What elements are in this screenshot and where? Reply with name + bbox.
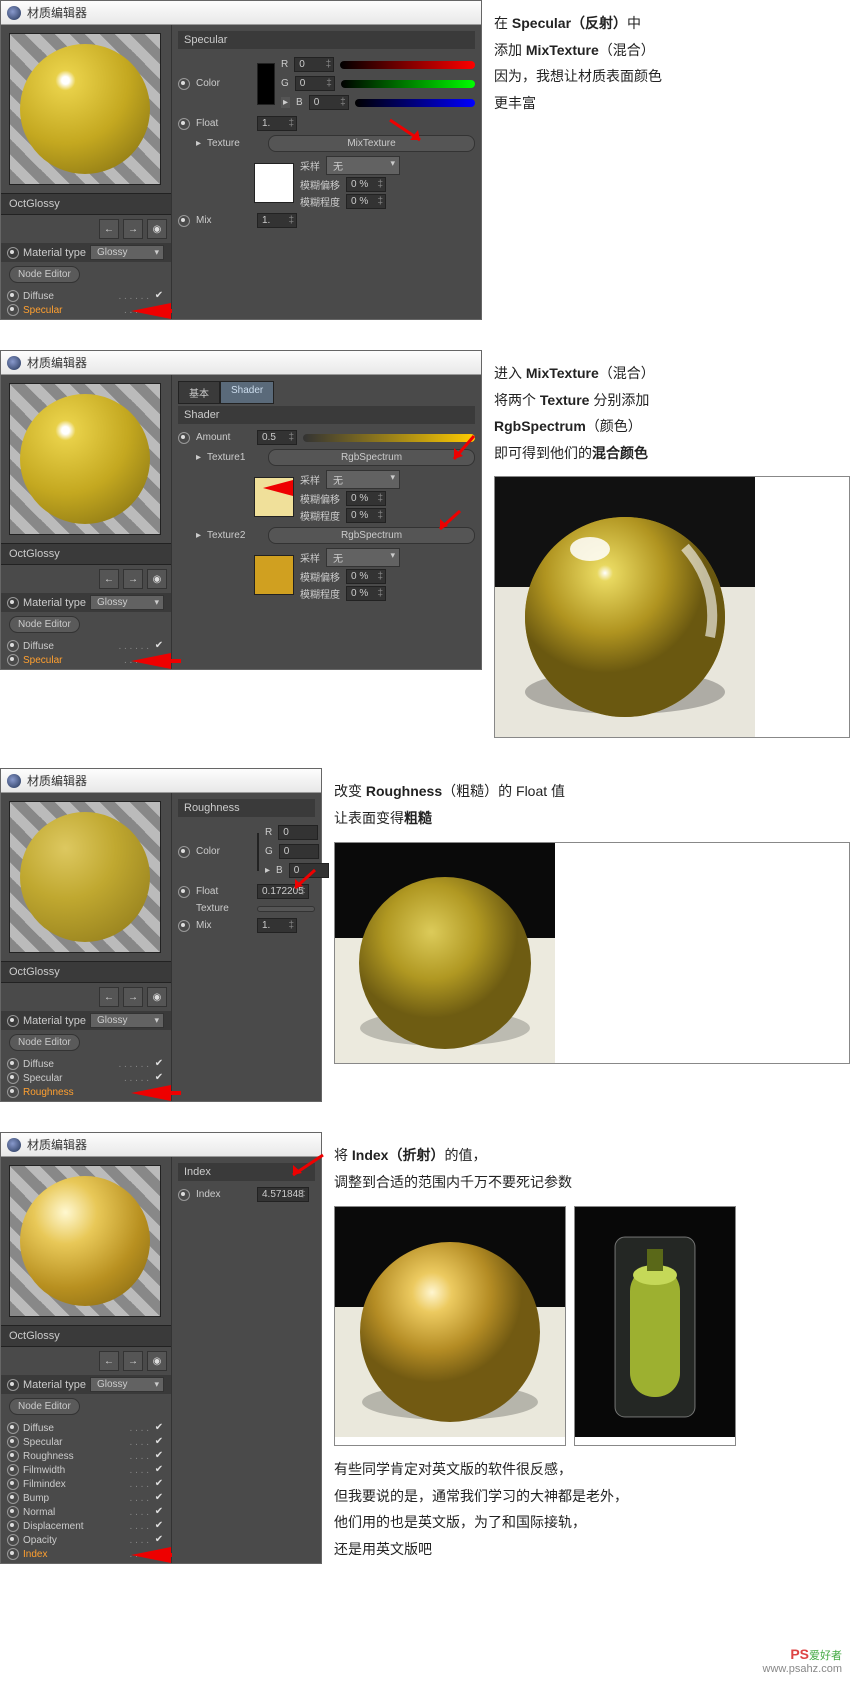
material-editor-panel-2: 材质编辑器 OctGlossy ←→◉ Material typeGlossy … bbox=[0, 350, 482, 670]
material-preview bbox=[9, 801, 161, 953]
float-field[interactable]: 1. bbox=[257, 116, 297, 131]
index-field[interactable]: 4.571848 bbox=[257, 1187, 309, 1202]
tab-shader[interactable]: Shader bbox=[220, 381, 274, 404]
node-editor-button[interactable]: Node Editor bbox=[9, 266, 80, 283]
red-arrow-icon bbox=[287, 1153, 327, 1179]
red-arrow-icon bbox=[131, 1083, 181, 1103]
r-field[interactable]: 0 bbox=[294, 57, 334, 72]
red-arrow-icon bbox=[131, 651, 181, 671]
render-preview-rough bbox=[334, 842, 850, 1064]
material-name[interactable]: OctGlossy bbox=[1, 193, 171, 215]
render-preview-gold bbox=[334, 1206, 566, 1447]
annotation-4: 将 Index（折射）的值， 调整到合适的范围内千万不要死记参数 有些同学肯定对… bbox=[334, 1132, 850, 1562]
red-arrow-icon bbox=[385, 115, 425, 145]
amount-field[interactable]: 0.5 bbox=[257, 430, 297, 445]
material-preview bbox=[9, 383, 161, 535]
arrow-right-icon[interactable]: → bbox=[123, 569, 143, 589]
channel-radio[interactable] bbox=[7, 290, 19, 302]
material-editor-panel-1: 材质编辑器 OctGlossy ← → ◉ Material type Glos… bbox=[0, 0, 482, 320]
texture2-swatch[interactable] bbox=[254, 555, 294, 595]
material-editor-panel-3: 材质编辑器 OctGlossy ←→◉ Material typeGlossy … bbox=[0, 768, 322, 1102]
material-type-radio[interactable] bbox=[7, 247, 19, 259]
material-preview bbox=[9, 33, 161, 185]
arrow-left-icon[interactable]: ← bbox=[99, 219, 119, 239]
texture1-button[interactable]: RgbSpectrum bbox=[268, 449, 475, 466]
r-slider[interactable] bbox=[340, 61, 475, 69]
window-title: 材质编辑器 bbox=[27, 4, 87, 21]
red-arrow-icon bbox=[449, 434, 479, 464]
arrow-right-icon[interactable]: → bbox=[123, 219, 143, 239]
app-icon bbox=[7, 6, 21, 20]
material-editor-panel-4: 材质编辑器 OctGlossy ←→◉ Material typeGlossy … bbox=[0, 1132, 322, 1564]
channel-list: Diffuse. . . . . .✔ Specular. . . . .✔ bbox=[1, 287, 171, 319]
annotation-3: 改变 Roughness（粗糙）的 Float 值 让表面变得粗糙 bbox=[334, 768, 850, 1063]
tab-basic[interactable]: 基本 bbox=[178, 381, 220, 404]
app-icon bbox=[7, 774, 21, 788]
red-arrow-icon bbox=[435, 509, 465, 534]
g-field[interactable]: 0 bbox=[295, 76, 335, 91]
red-arrow-icon bbox=[291, 868, 319, 892]
g-slider[interactable] bbox=[341, 80, 475, 88]
titlebar: 材质编辑器 bbox=[1, 1, 481, 25]
mix-field[interactable]: 1. bbox=[257, 213, 297, 228]
app-icon bbox=[7, 356, 21, 370]
render-preview-bottle bbox=[574, 1206, 736, 1447]
material-preview bbox=[9, 1165, 161, 1317]
target-icon[interactable]: ◉ bbox=[147, 219, 167, 239]
channel-radio[interactable] bbox=[7, 304, 19, 316]
color-swatch[interactable] bbox=[257, 63, 275, 105]
red-arrow-icon bbox=[263, 478, 303, 498]
app-icon bbox=[7, 1138, 21, 1152]
annotation-1: 在 Specular（反射）中 添加 MixTexture（混合） 因为，我想让… bbox=[494, 0, 850, 116]
group-header: Specular bbox=[178, 31, 475, 49]
arrow-left-icon[interactable]: ← bbox=[99, 569, 119, 589]
material-type-label: Material type bbox=[23, 247, 86, 259]
material-type-dropdown[interactable]: Glossy bbox=[90, 245, 164, 260]
b-field[interactable]: 0 bbox=[309, 95, 349, 110]
texture-swatch[interactable] bbox=[254, 163, 294, 203]
render-preview-glossy bbox=[494, 476, 850, 738]
titlebar: 材质编辑器 bbox=[1, 351, 481, 375]
texture-button[interactable]: MixTexture bbox=[268, 135, 475, 152]
b-slider[interactable] bbox=[355, 99, 475, 107]
watermark: PS爱好者 www.psahz.com bbox=[763, 1646, 842, 1676]
target-icon[interactable]: ◉ bbox=[147, 569, 167, 589]
annotation-2: 进入 MixTexture（混合） 将两个 Texture 分别添加 RgbSp… bbox=[494, 350, 850, 738]
